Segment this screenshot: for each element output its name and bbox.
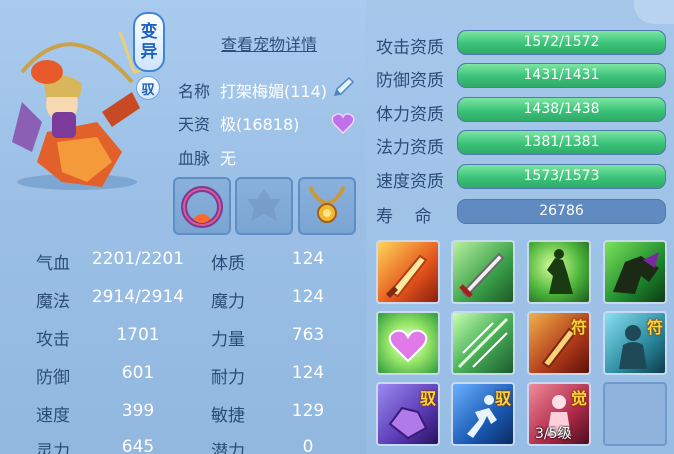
aptitude-label-speed: 速度资质 <box>376 172 444 192</box>
equipment-slot-amulet[interactable] <box>298 177 356 235</box>
control-badge: 驭 <box>136 76 160 100</box>
skill-slot-7[interactable]: 符 <box>527 311 591 375</box>
stat-value-spirit: 645 <box>121 437 155 454</box>
stat-value-speed: 399 <box>121 401 155 421</box>
name-row: 名称 打架梅媚(114) <box>178 78 327 102</box>
mutation-badge-char-1: 变 <box>140 22 158 42</box>
pet-attribute-panel: 变 异 驭 查看宠物详情 名称 打架梅媚(114) 天资 极(16818) 血脉… <box>0 0 674 454</box>
stat-value-hp: 2201/2201 <box>91 249 185 269</box>
aptitude-label-stamina: 体力资质 <box>376 105 444 125</box>
life-label: 寿 命 <box>376 207 432 227</box>
rename-pencil-icon[interactable] <box>330 75 356 101</box>
name-label: 名称 <box>178 82 211 101</box>
aptitude-label-defense: 防御资质 <box>376 71 444 91</box>
skill-slot-2[interactable] <box>451 240 515 304</box>
skill-slot-6[interactable] <box>451 311 515 375</box>
stat-label-spirit: 灵力 <box>36 442 70 454</box>
stat-value-defense: 601 <box>121 363 155 383</box>
skill-slot-5[interactable] <box>376 311 440 375</box>
view-pet-details-link[interactable]: 查看宠物详情 <box>221 31 317 55</box>
skill-slot-3[interactable] <box>527 240 591 304</box>
flaming-sword-icon <box>386 254 428 298</box>
stat-label-mp: 魔法 <box>36 292 70 312</box>
mutation-badge: 变 异 <box>133 12 165 72</box>
awaken-level: 3/5级 <box>535 426 572 442</box>
armor-placeholder-icon <box>247 189 281 221</box>
talent-label: 天资 <box>178 115 211 134</box>
stat-label-endurance: 耐力 <box>211 368 245 388</box>
skill-slot-1[interactable] <box>376 240 440 304</box>
talisman-tag-2: 符 <box>646 318 663 337</box>
skill-slot-9[interactable]: 驭 <box>376 382 440 446</box>
sword-icon <box>459 252 505 298</box>
aptitude-value-defense: 1431/1431 <box>523 67 600 83</box>
stat-value-attack: 1701 <box>116 325 160 345</box>
skill-slot-4[interactable] <box>603 240 667 304</box>
stat-value-magic: 124 <box>291 287 325 307</box>
stat-label-attack: 攻击 <box>36 330 70 350</box>
stat-value-potential: 0 <box>302 437 314 454</box>
skill-slot-11[interactable]: 觉 3/5级 <box>527 382 591 446</box>
stat-value-mp: 2914/2914 <box>91 287 185 307</box>
stat-label-defense: 防御 <box>36 368 70 388</box>
stat-value-constitution: 124 <box>291 249 325 269</box>
aptitude-value-mana: 1381/1381 <box>523 134 600 150</box>
life-value: 26786 <box>457 199 666 224</box>
stat-value-agility: 129 <box>291 401 325 421</box>
aptitude-bar-stamina: 1438/1438 <box>457 97 666 122</box>
mutation-badge-char-2: 异 <box>140 42 158 62</box>
amulet-icon <box>308 186 346 223</box>
awaken-tag: 觉 <box>570 389 587 408</box>
aptitude-value-attack: 1572/1572 <box>523 34 600 50</box>
equipment-slot-collar[interactable] <box>173 177 231 235</box>
stat-label-agility: 敏捷 <box>211 406 245 426</box>
skill-slot-10[interactable]: 驭 <box>451 382 515 446</box>
bloodline-label: 血脉 <box>178 149 211 168</box>
aptitude-bar-mana: 1381/1381 <box>457 130 666 155</box>
stat-label-strength: 力量 <box>211 330 245 350</box>
equipment-slot-armor[interactable] <box>235 177 293 235</box>
collar-icon <box>181 186 223 228</box>
talent-value: 极(16818) <box>220 115 300 134</box>
skill-slot-8[interactable]: 符 <box>603 311 667 375</box>
stat-label-speed: 速度 <box>36 406 70 426</box>
bloodline-value: 无 <box>220 149 237 168</box>
heart-skill-icon <box>388 329 428 363</box>
stat-label-constitution: 体质 <box>211 254 245 274</box>
aptitude-label-mana: 法力资质 <box>376 138 444 158</box>
aptitude-bar-defense: 1431/1431 <box>457 63 666 88</box>
aptitude-value-speed: 1573/1573 <box>523 168 600 184</box>
skill-slot-empty[interactable] <box>603 382 667 446</box>
aptitude-bar-speed: 1573/1573 <box>457 164 666 189</box>
control-tag: 驭 <box>419 389 436 408</box>
talent-row: 天资 极(16818) <box>178 111 299 135</box>
stat-value-endurance: 124 <box>291 363 325 383</box>
name-value: 打架梅媚(114) <box>220 82 328 101</box>
talisman-tag: 符 <box>570 318 587 337</box>
warrior-silhouette-icon <box>547 249 573 294</box>
stat-label-hp: 气血 <box>36 254 70 274</box>
heart-icon[interactable] <box>331 112 355 134</box>
aptitude-label-attack: 攻击资质 <box>376 38 444 58</box>
wind-slash-icon <box>457 317 509 369</box>
control-tag-2: 驭 <box>494 389 511 408</box>
stat-label-magic: 魔力 <box>211 292 245 312</box>
stat-label-potential: 潜力 <box>211 442 245 454</box>
bloodline-row: 血脉 无 <box>178 145 236 169</box>
aptitude-value-stamina: 1438/1438 <box>523 101 600 117</box>
shadow-beast-icon <box>613 252 659 294</box>
aptitude-bar-attack: 1572/1572 <box>457 30 666 55</box>
pet-portrait <box>12 31 143 190</box>
stat-value-strength: 763 <box>291 325 325 345</box>
